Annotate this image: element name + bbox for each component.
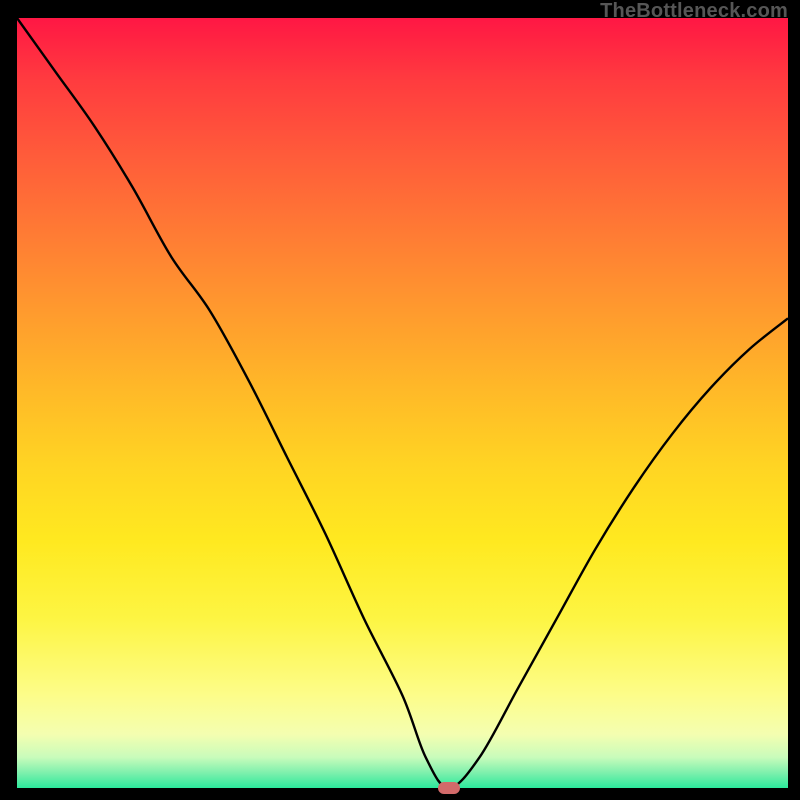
optimal-point-marker <box>438 782 460 794</box>
chart-plot-area <box>17 18 788 788</box>
attribution-text: TheBottleneck.com <box>600 0 788 23</box>
bottleneck-curve <box>17 18 788 788</box>
